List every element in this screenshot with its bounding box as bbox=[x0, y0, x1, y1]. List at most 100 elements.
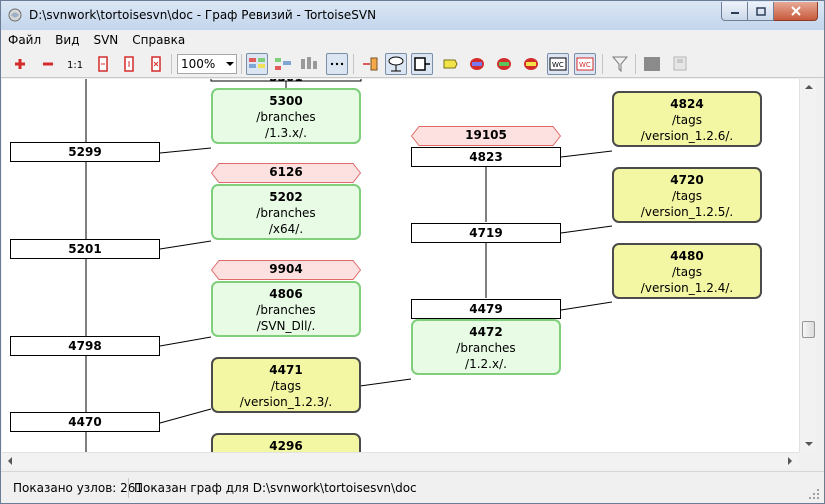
fit-window-button[interactable] bbox=[145, 53, 167, 75]
oldest-on-top-icon bbox=[275, 58, 291, 70]
vertical-scroll-thumb[interactable] bbox=[802, 321, 815, 338]
minimize-button[interactable] bbox=[721, 2, 748, 21]
fit-window-icon bbox=[151, 56, 161, 72]
zoom-select[interactable]: 100% bbox=[177, 54, 237, 74]
minimize-icon bbox=[730, 12, 739, 14]
tag-marker[interactable]: 6126 bbox=[211, 163, 361, 183]
node-revision: 4471 bbox=[269, 363, 303, 377]
revision-node[interactable]: 4479 bbox=[411, 299, 561, 319]
node-revision: 4806 bbox=[269, 287, 303, 301]
show-deleted-button[interactable] bbox=[466, 53, 488, 75]
scrollbar-corner bbox=[799, 452, 816, 469]
tag-node[interactable]: 4720 /tags /version_1.2.5/. bbox=[612, 167, 762, 223]
show-head-button[interactable] bbox=[411, 53, 433, 75]
align-trees-icon bbox=[301, 57, 317, 69]
fit-width-button[interactable] bbox=[92, 53, 114, 75]
unchanged-icon bbox=[524, 58, 538, 70]
show-wc-modifications-button[interactable]: WC bbox=[574, 53, 596, 75]
svg-text:1:1: 1:1 bbox=[67, 60, 83, 71]
zoom-out-button[interactable] bbox=[37, 53, 59, 75]
reduce-cross-lines-button[interactable] bbox=[326, 53, 348, 75]
close-icon bbox=[790, 6, 801, 16]
zoom-in-icon bbox=[15, 59, 25, 69]
menu-view[interactable]: Вид bbox=[48, 30, 86, 50]
show-overview-button[interactable] bbox=[641, 53, 663, 75]
node-subpath: /1.2.x/. bbox=[465, 357, 507, 371]
revision-node[interactable]: 5201 bbox=[10, 239, 160, 259]
group-branches-button[interactable] bbox=[246, 53, 268, 75]
tag-marker[interactable]: 19105 bbox=[411, 126, 561, 146]
partial-revision-label: 5301 bbox=[211, 79, 361, 83]
close-button[interactable] bbox=[774, 2, 818, 21]
node-subpath: /version_1.2.4/. bbox=[640, 281, 734, 295]
horizontal-scrollbar[interactable] bbox=[2, 452, 799, 469]
zoom-1-1-button[interactable]: 1:1 bbox=[64, 53, 86, 75]
copy-source-icon bbox=[363, 57, 378, 71]
filter-button[interactable] bbox=[609, 53, 631, 75]
node-revision: 4472 bbox=[469, 325, 503, 339]
maximize-button[interactable] bbox=[748, 2, 774, 21]
show-tags-button[interactable] bbox=[439, 53, 461, 75]
title-bar[interactable]: D:\svnwork\tortoisesvn\doc - Граф Ревизи… bbox=[1, 1, 824, 30]
menu-file[interactable]: Файл bbox=[1, 30, 48, 50]
oldest-on-top-button[interactable] bbox=[272, 53, 294, 75]
wc-revision-icon: WC bbox=[549, 57, 567, 71]
tag-node[interactable]: 4480 /tags /version_1.2.4/. bbox=[612, 243, 762, 299]
scroll-right-icon[interactable] bbox=[788, 457, 792, 465]
revision-node[interactable]: 4719 bbox=[411, 223, 561, 243]
branch-node[interactable]: 4806 /branches /SVN_Dll/. bbox=[211, 281, 361, 337]
align-trees-button[interactable] bbox=[298, 53, 320, 75]
node-subpath: /x64/. bbox=[268, 222, 304, 236]
dots-icon bbox=[330, 62, 344, 66]
show-head-icon bbox=[414, 57, 430, 71]
show-wc-revision-button[interactable]: WC bbox=[547, 53, 569, 75]
menu-svn[interactable]: SVN bbox=[86, 30, 125, 50]
show-unchanged-button[interactable] bbox=[520, 53, 542, 75]
fold-tags-button[interactable] bbox=[385, 53, 407, 75]
revision-node[interactable]: 4823 bbox=[411, 147, 561, 167]
node-revision: 5300 bbox=[269, 94, 303, 108]
revision-node[interactable]: 5299 bbox=[10, 142, 160, 162]
exact-copy-source-button[interactable] bbox=[359, 53, 381, 75]
svg-text:WC: WC bbox=[579, 61, 591, 69]
overview-window-button[interactable] bbox=[669, 53, 691, 75]
tag-node[interactable]: 4471 /tags /version_1.2.3/. bbox=[211, 357, 361, 413]
node-path: /branches bbox=[456, 341, 516, 355]
branch-node[interactable]: 5300 /branches /1.3.x/. bbox=[211, 88, 361, 144]
scroll-left-icon[interactable] bbox=[8, 457, 12, 465]
window-title: D:\svnwork\tortoisesvn\doc - Граф Ревизи… bbox=[29, 8, 377, 22]
scroll-down-icon[interactable] bbox=[805, 442, 813, 446]
vertical-scrollbar[interactable] bbox=[799, 79, 816, 452]
tag-icon bbox=[443, 59, 458, 69]
revision-node[interactable]: 4470 bbox=[10, 412, 160, 432]
overview-window-icon bbox=[673, 56, 687, 71]
svg-text:WC: WC bbox=[552, 61, 564, 69]
tag-marker[interactable]: 9904 bbox=[211, 260, 361, 280]
tag-node[interactable]: 4824 /tags /version_1.2.6/. bbox=[612, 91, 762, 147]
fold-tags-icon bbox=[388, 56, 404, 72]
branch-node[interactable]: 5202 /branches /x64/. bbox=[211, 184, 361, 240]
tag-node[interactable]: 4296 bbox=[211, 433, 361, 452]
branch-node[interactable]: 4472 /branches /1.2.x/. bbox=[411, 319, 561, 375]
status-bar: Показано узлов: 261 Показан граф для D:\… bbox=[1, 471, 824, 503]
node-path: /tags bbox=[672, 113, 702, 127]
node-revision: 4720 bbox=[670, 173, 704, 187]
fit-height-button[interactable] bbox=[118, 53, 140, 75]
menu-help[interactable]: Справка bbox=[125, 30, 192, 50]
node-path: /tags bbox=[271, 379, 301, 393]
revision-node[interactable]: 4798 bbox=[10, 336, 160, 356]
revision-graph-window: D:\svnwork\tortoisesvn\doc - Граф Ревизи… bbox=[0, 0, 825, 504]
renamed-icon bbox=[497, 58, 511, 70]
zoom-out-icon bbox=[43, 62, 53, 66]
node-path: /branches bbox=[256, 110, 316, 124]
zoom-in-button[interactable] bbox=[9, 53, 31, 75]
node-path: /branches bbox=[256, 206, 316, 220]
scroll-up-icon[interactable] bbox=[805, 85, 813, 89]
wc-modifications-icon: WC bbox=[576, 57, 594, 71]
resize-grip-icon[interactable] bbox=[808, 488, 820, 500]
tag-revision: 19105 bbox=[465, 128, 507, 142]
filter-icon bbox=[611, 56, 629, 73]
node-subpath: /1.3.x/. bbox=[265, 126, 307, 140]
revision-graph-canvas[interactable]: 5299 5201 4798 4470 5301 5300 /branches … bbox=[2, 79, 799, 452]
show-renamed-button[interactable] bbox=[493, 53, 515, 75]
